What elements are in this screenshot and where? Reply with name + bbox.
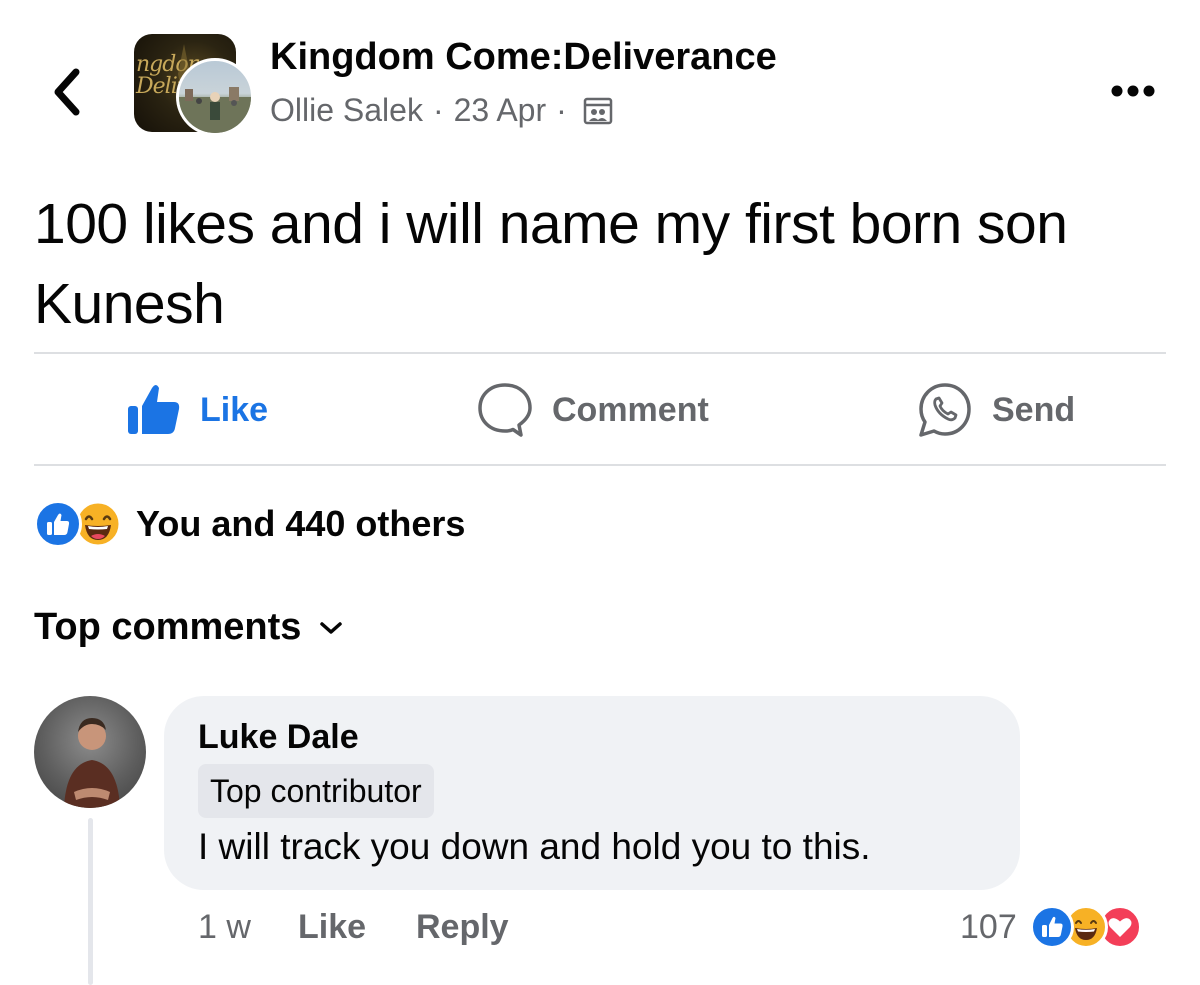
author-avatar[interactable] [176,58,254,136]
comment-label: Comment [552,390,709,429]
comment-sort-label: Top comments [34,606,302,648]
send-label: Send [992,390,1076,429]
top-contributor-badge[interactable]: Top contributor [198,764,434,818]
meta-separator: · [432,92,444,128]
chevron-down-icon [320,621,343,634]
commenter-name[interactable]: Luke Dale [198,718,359,757]
comment-reaction-count[interactable]: 107 [960,908,1017,947]
more-options-icon [1111,85,1155,97]
like-reaction-icon [1030,905,1074,949]
comment-button[interactable]: Comment [476,378,709,442]
comment-sort-dropdown[interactable]: Top comments [34,606,343,649]
more-options-button[interactable] [1108,80,1158,102]
post-date[interactable]: 23 Apr [454,92,547,129]
back-button[interactable] [44,62,94,122]
comment-reactions[interactable] [1030,904,1142,950]
post-meta: Ollie Salek · 23 Apr · [270,92,613,129]
commenter-avatar[interactable] [34,696,146,808]
thumbs-up-icon [128,385,180,434]
post-text: 100 likes and i will name my first born … [34,192,1068,336]
comment-thread-line [88,818,93,985]
comment-text: I will track you down and hold you to th… [198,826,871,867]
whatsapp-icon [919,383,971,437]
meta-separator-2: · [556,92,567,128]
reactions-summary-text: You and 440 others [136,503,466,544]
send-button[interactable]: Send [916,378,1075,442]
chevron-left-icon [54,68,80,116]
like-label: Like [200,390,269,429]
divider-top [34,352,1166,354]
like-button[interactable]: Like [126,378,268,442]
author-name[interactable]: Ollie Salek [270,92,423,129]
comment-bubble-icon [478,383,532,437]
reactions-summary[interactable]: You and 440 others [34,496,465,552]
comment-reply-button[interactable]: Reply [416,908,509,947]
comment-time[interactable]: 1 w [198,908,251,947]
divider-bottom [34,464,1166,466]
comment-like-button[interactable]: Like [298,908,366,947]
group-name[interactable]: Kingdom Come:Deliverance [270,36,777,79]
like-reaction-icon [34,500,82,548]
group-audience-icon [583,97,613,124]
